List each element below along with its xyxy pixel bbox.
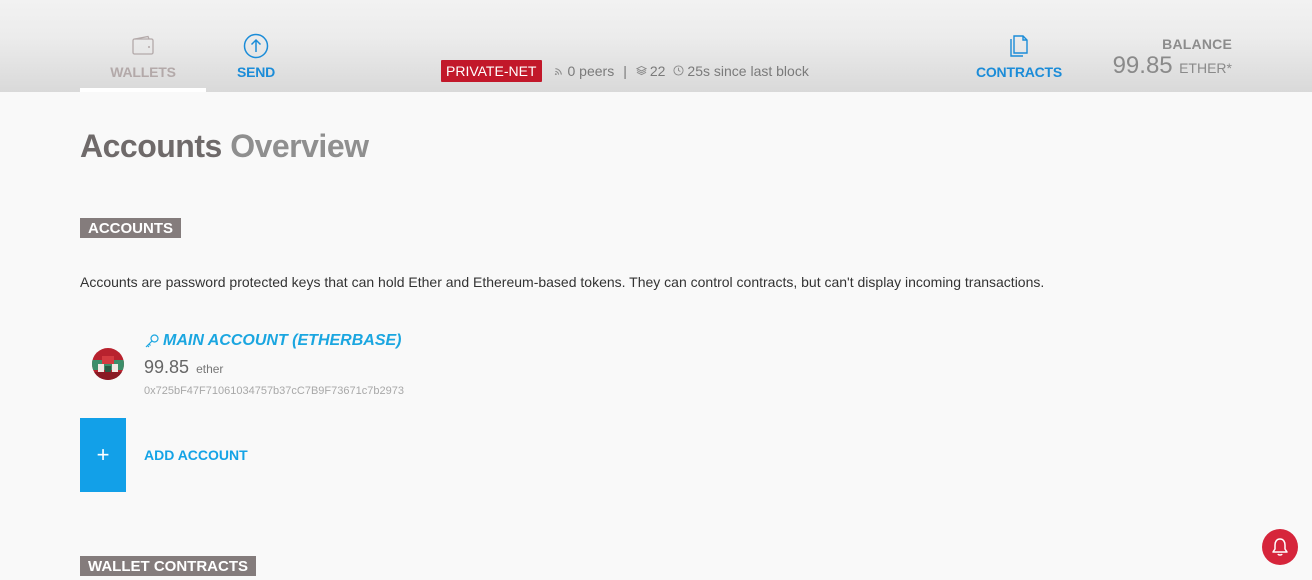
- nav-contracts-label: CONTRACTS: [975, 64, 1063, 80]
- peers-icon: [554, 68, 562, 76]
- add-account-label: ADD ACCOUNT: [144, 447, 248, 463]
- send-icon: [243, 33, 269, 59]
- avatar: [92, 348, 124, 380]
- nav-send[interactable]: SEND: [193, 33, 319, 92]
- peers-count: 0 peers: [567, 62, 615, 79]
- blocks-icon: [635, 65, 647, 76]
- page-title: Accounts Overview: [80, 128, 369, 165]
- balance-unit: ETHER*: [1179, 60, 1232, 76]
- wallet-contracts-section-heading: WALLET CONTRACTS: [80, 556, 256, 576]
- block-number: 22: [649, 62, 666, 79]
- notification-button[interactable]: [1262, 529, 1298, 565]
- wallet-icon: [132, 35, 154, 55]
- add-account-button[interactable]: + ADD ACCOUNT: [80, 418, 248, 492]
- nav-contracts[interactable]: CONTRACTS: [956, 33, 1082, 92]
- status-separator: |: [623, 62, 627, 79]
- network-badge: PRIVATE-NET: [441, 59, 542, 82]
- account-balance-value: 99.85: [144, 357, 190, 377]
- page-title-sub: Overview: [230, 128, 369, 164]
- last-block-time: 25s since last block: [687, 62, 809, 79]
- accounts-section-heading: ACCOUNTS: [80, 218, 181, 238]
- account-item[interactable]: MAIN ACCOUNT (ETHERBASE) 99.85 ether 0x7…: [80, 330, 480, 405]
- active-tab-indicator: [80, 88, 206, 92]
- identicon-icon: [92, 348, 124, 380]
- balance-value-row: 99.85 ETHER*: [1113, 52, 1232, 80]
- key-icon: [145, 334, 159, 348]
- accounts-description: Accounts are password protected keys tha…: [80, 274, 1045, 290]
- page-title-main: Accounts: [80, 128, 222, 164]
- plus-icon: +: [80, 418, 126, 492]
- account-balance-unit: ether: [196, 362, 224, 376]
- nav-wallets-label: WALLETS: [110, 64, 176, 80]
- nav-wallets[interactable]: WALLETS: [80, 33, 206, 92]
- balance-value: 99.85: [1112, 52, 1173, 79]
- top-header: WALLETS SEND PRIVATE-NET 0 peers | 22 25…: [0, 0, 1312, 92]
- account-name: MAIN ACCOUNT (ETHERBASE): [163, 332, 402, 349]
- clock-icon: [673, 65, 684, 76]
- nav-send-label: SEND: [236, 64, 276, 80]
- network-status: PRIVATE-NET 0 peers | 22 25s since last …: [441, 59, 809, 82]
- account-balance: 99.85 ether: [144, 357, 223, 378]
- account-name-link[interactable]: MAIN ACCOUNT (ETHERBASE): [144, 332, 402, 350]
- bell-icon: [1272, 538, 1288, 556]
- header-balance: BALANCE 99.85 ETHER*: [1113, 36, 1232, 80]
- account-address: 0x725bF47F71061034757b37cC7B9F73671c7b29…: [144, 385, 404, 397]
- balance-label: BALANCE: [1162, 36, 1232, 52]
- contracts-icon: [1010, 35, 1028, 57]
